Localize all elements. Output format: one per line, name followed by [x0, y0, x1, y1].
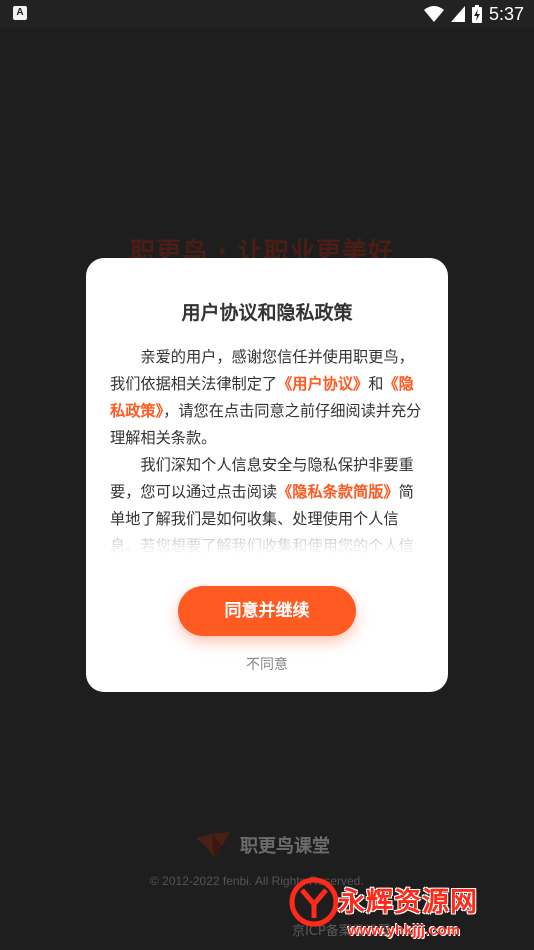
- status-bar: A 5:37: [0, 0, 534, 28]
- brand-logo-icon: [196, 832, 230, 858]
- dialog-paragraph: 亲爱的用户，感谢您信任并使用职更鸟，我们依据相关法律制定了《用户协议》和《隐私政…: [110, 344, 428, 452]
- cellular-signal-icon: [450, 6, 465, 22]
- watermark-logo-icon: [289, 877, 339, 927]
- brand-name: 职更鸟课堂: [240, 836, 330, 857]
- user-agreement-link[interactable]: 《用户协议》: [277, 375, 368, 393]
- scroll-fade: [86, 526, 448, 572]
- watermark-title: 永辉资源网: [338, 887, 478, 918]
- dialog-title: 用户协议和隐私政策: [181, 302, 353, 324]
- paragraph-text: 和: [368, 375, 384, 393]
- agree-continue-button[interactable]: 同意并继续: [178, 586, 356, 636]
- watermark: 永辉资源网 www.yhkjjj.com: [288, 870, 534, 950]
- wifi-icon: [423, 6, 444, 22]
- privacy-dialog: 用户协议和隐私政策 亲爱的用户，感谢您信任并使用职更鸟，我们依据相关法律制定了《…: [86, 258, 448, 692]
- disagree-button[interactable]: 不同意: [86, 654, 448, 674]
- privacy-summary-link[interactable]: 《隐私条款简版》: [277, 483, 399, 501]
- battery-charging-icon: [471, 5, 482, 23]
- brand-footer: 职更鸟课堂: [196, 832, 330, 858]
- clock: 5:37: [488, 4, 524, 24]
- status-icons: 5:37: [423, 3, 524, 25]
- watermark-url: www.yhkjjj.com: [348, 922, 460, 939]
- notification-badge-icon: A: [13, 6, 27, 20]
